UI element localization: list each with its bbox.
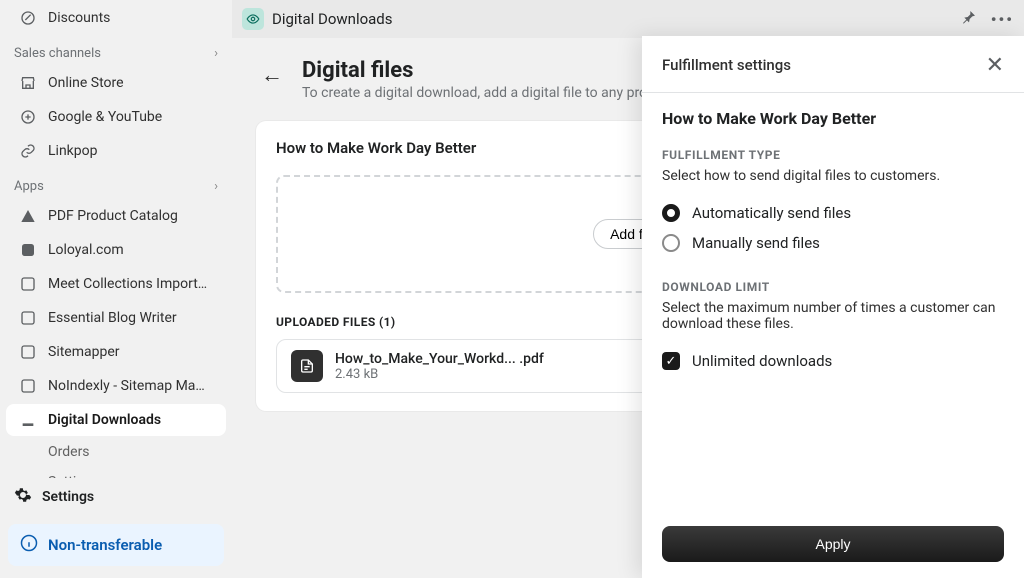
download-icon <box>18 410 38 430</box>
fulfillment-type-title: FULFILLMENT TYPE <box>662 148 1004 162</box>
radio-label: Manually send files <box>692 234 820 252</box>
discount-icon <box>18 8 38 28</box>
pencil-icon <box>18 308 38 328</box>
download-limit-desc: Select the maximum number of times a cus… <box>662 300 1004 332</box>
sidebar-item-app-noindexly[interactable]: NoIndexly - Sitemap Mana... <box>6 370 226 402</box>
more-icon[interactable]: ••• <box>991 10 1014 29</box>
store-icon <box>18 73 38 93</box>
drawer-title: Fulfillment settings <box>662 56 791 74</box>
sidebar-item-label: NoIndexly - Sitemap Mana... <box>48 378 208 394</box>
drawer-header: Fulfillment settings ✕ <box>642 36 1024 93</box>
sidebar-item-label: PDF Product Catalog <box>48 208 178 224</box>
sidebar-item-label: Linkpop <box>48 143 97 159</box>
radio-label: Automatically send files <box>692 204 851 222</box>
chevron-right-icon: › <box>214 179 218 194</box>
sidebar-item-app-sitemapper[interactable]: Sitemapper <box>6 336 226 368</box>
sidebar-item-app-loloyal[interactable]: Loloyal.com <box>6 234 226 266</box>
sidebar-item-google-youtube[interactable]: Google & YouTube <box>6 101 226 133</box>
sidebar-item-label: Sitemapper <box>48 344 120 360</box>
sidebar-item-label: Orders <box>48 444 90 460</box>
import-icon <box>18 274 38 294</box>
radio-auto-send[interactable]: Automatically send files <box>662 198 1004 228</box>
triangle-icon <box>18 206 38 226</box>
sidebar-settings[interactable]: Settings <box>0 478 232 516</box>
fulfillment-drawer: Fulfillment settings ✕ How to Make Work … <box>642 36 1024 578</box>
checkbox-icon: ✓ <box>662 352 680 370</box>
sidebar-item-linkpop[interactable]: Linkpop <box>6 135 226 167</box>
sidebar: Discounts Sales channels › Online Store … <box>0 0 232 578</box>
check-unlimited[interactable]: ✓ Unlimited downloads <box>662 346 1004 376</box>
sidebar-item-label: Meet Collections Import E... <box>48 276 208 292</box>
fulfillment-type-desc: Select how to send digital files to cust… <box>662 168 1004 184</box>
info-icon <box>20 534 38 556</box>
checkbox-label: Unlimited downloads <box>692 352 832 370</box>
noindex-icon <box>18 376 38 396</box>
sidebar-item-label: Essential Blog Writer <box>48 310 177 326</box>
settings-label: Settings <box>42 489 94 505</box>
sidebar-item-label: Digital Downloads <box>48 412 161 428</box>
sidebar-item-discounts[interactable]: Discounts <box>6 2 226 34</box>
radio-icon <box>662 204 680 222</box>
sidebar-item-app-blog-writer[interactable]: Essential Blog Writer <box>6 302 226 334</box>
sidebar-item-label: Discounts <box>48 10 110 26</box>
radio-icon <box>662 234 680 252</box>
sitemap-icon <box>18 342 38 362</box>
section-label: Sales channels <box>14 46 101 61</box>
sidebar-item-label: Loloyal.com <box>48 242 124 258</box>
sidebar-item-app-meet-collections[interactable]: Meet Collections Import E... <box>6 268 226 300</box>
pin-icon[interactable] <box>961 9 977 29</box>
sidebar-item-app-settings[interactable]: Settings <box>6 468 226 478</box>
sidebar-item-online-store[interactable]: Online Store <box>6 67 226 99</box>
app-logo-icon <box>242 8 264 30</box>
sidebar-item-orders[interactable]: Orders <box>6 438 226 466</box>
download-limit-title: DOWNLOAD LIMIT <box>662 280 1004 294</box>
file-size: 2.43 kB <box>335 367 544 382</box>
info-pill-non-transferable[interactable]: Non-transferable <box>8 524 224 566</box>
section-label: Apps <box>14 179 44 194</box>
app-bar-title: Digital Downloads <box>272 10 393 28</box>
apply-button[interactable]: Apply <box>662 526 1004 562</box>
chevron-right-icon: › <box>214 46 218 61</box>
back-button[interactable]: ← <box>256 58 288 90</box>
gear-icon <box>14 486 32 508</box>
page-subtitle: To create a digital download, add a digi… <box>302 85 663 101</box>
sidebar-item-app-digital-downloads[interactable]: Digital Downloads <box>6 404 226 436</box>
file-name: How_to_Make_Your_Workd... .pdf <box>335 351 544 367</box>
section-sales-channels[interactable]: Sales channels › <box>0 36 232 65</box>
drawer-product-title: How to Make Work Day Better <box>662 109 1004 128</box>
app-bar: Digital Downloads ••• <box>232 0 1024 38</box>
file-icon <box>291 350 323 382</box>
radio-manual-send[interactable]: Manually send files <box>662 228 1004 258</box>
info-pill-label: Non-transferable <box>48 536 162 554</box>
link-icon <box>18 141 38 161</box>
heart-icon <box>18 240 38 260</box>
sidebar-item-app-pdf-catalog[interactable]: PDF Product Catalog <box>6 200 226 232</box>
section-apps[interactable]: Apps › <box>0 169 232 198</box>
google-icon <box>18 107 38 127</box>
close-button[interactable]: ✕ <box>986 52 1004 78</box>
sidebar-item-label: Google & YouTube <box>48 109 162 125</box>
sidebar-item-label: Online Store <box>48 75 124 91</box>
page-title: Digital files <box>302 58 663 83</box>
